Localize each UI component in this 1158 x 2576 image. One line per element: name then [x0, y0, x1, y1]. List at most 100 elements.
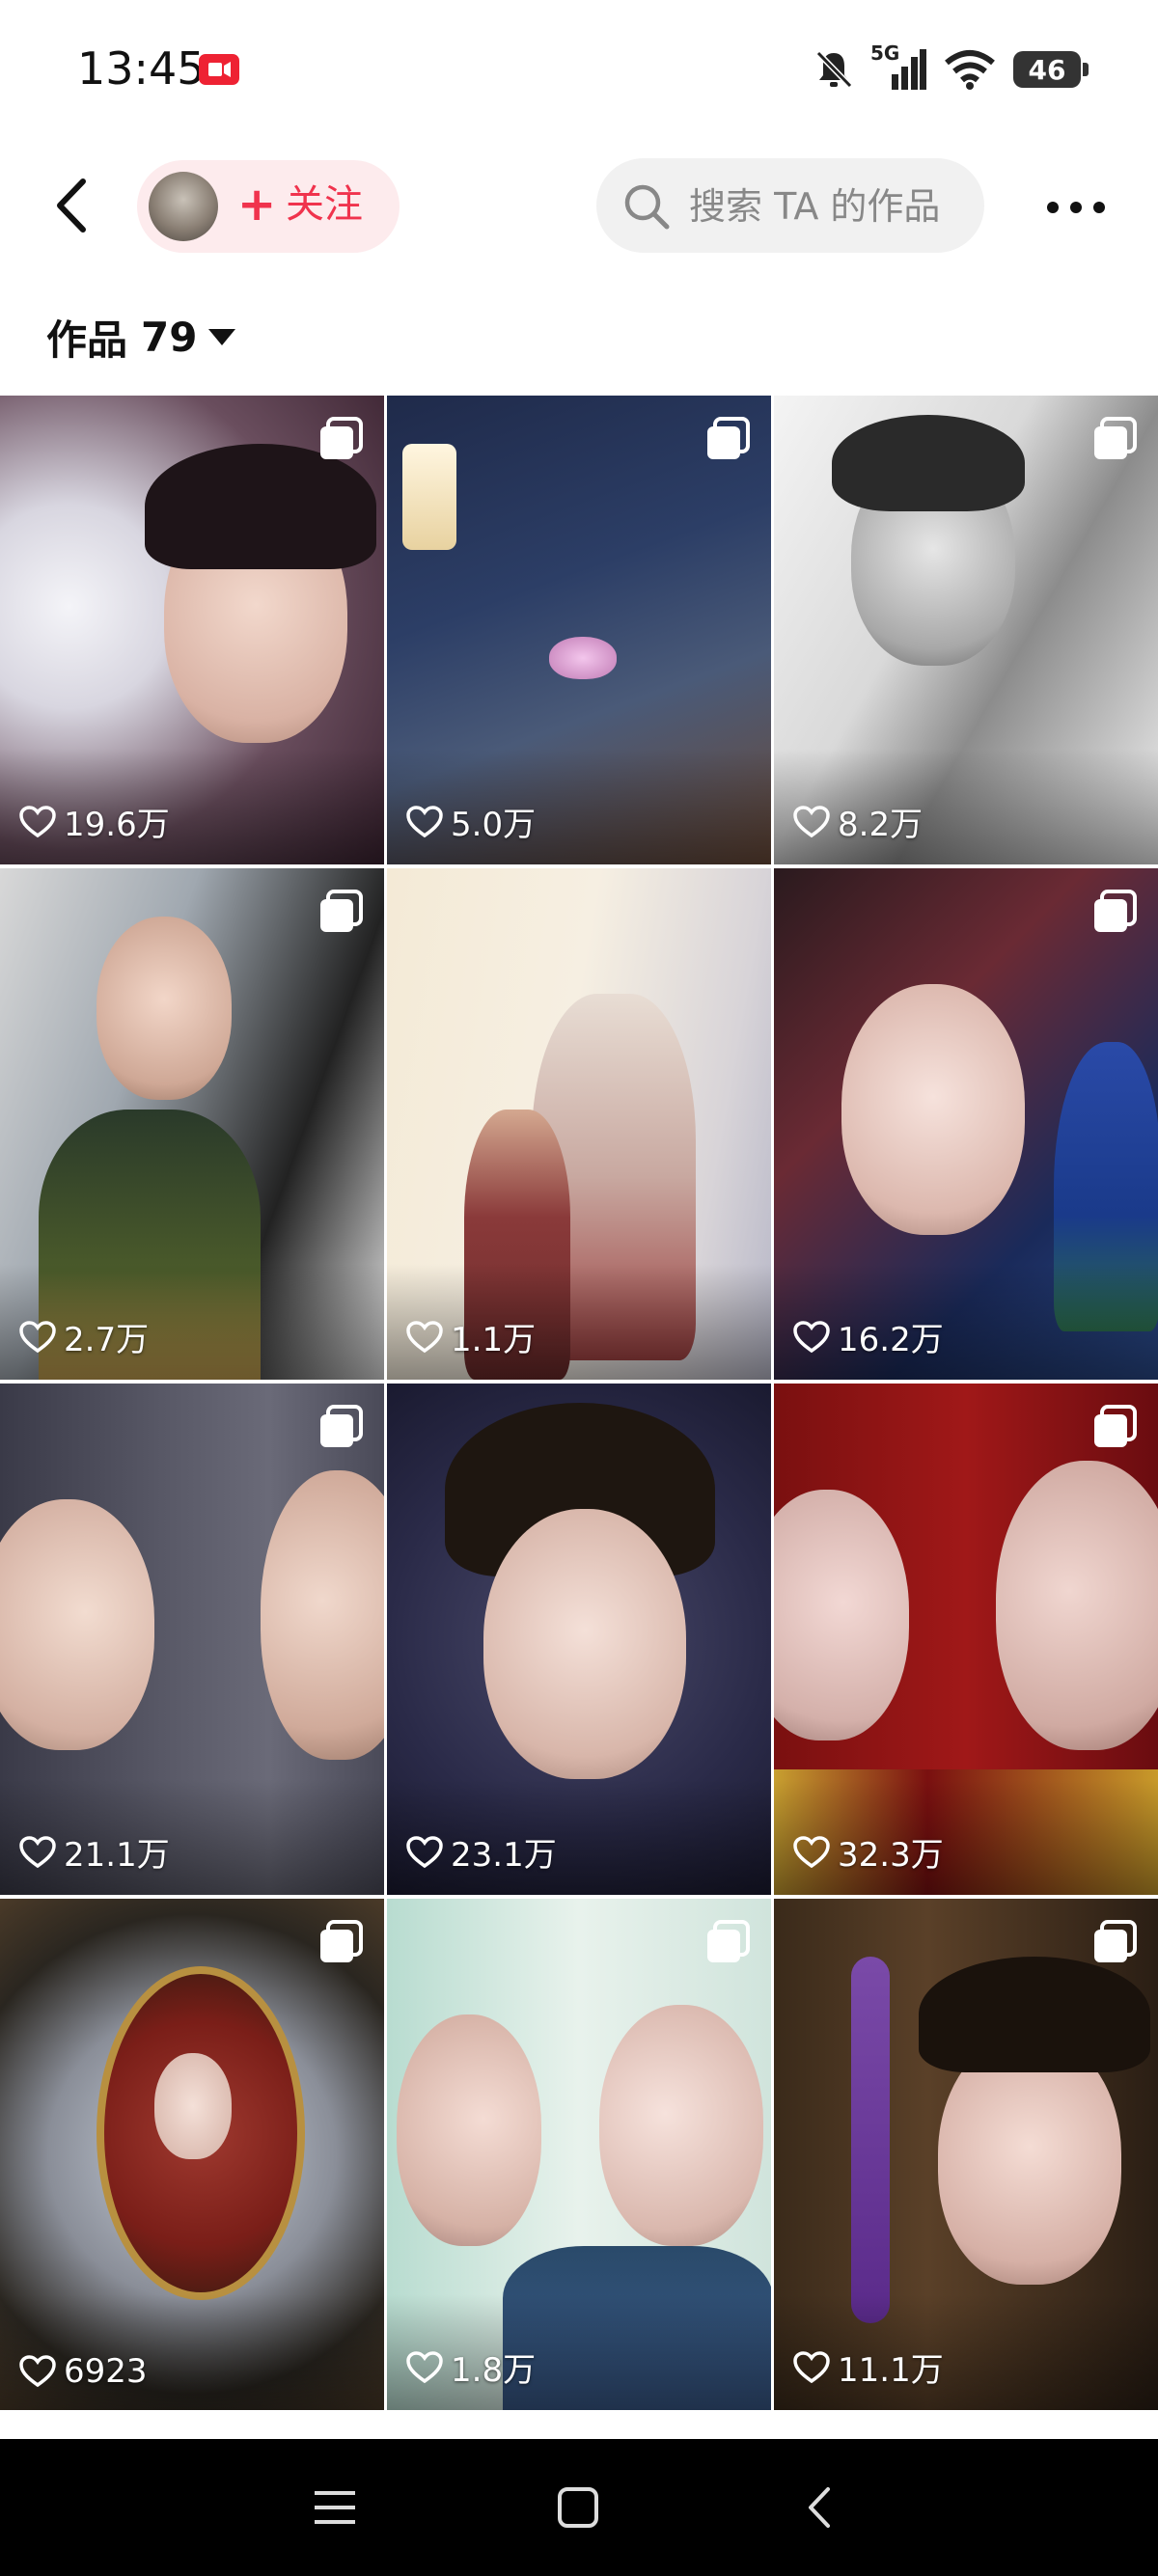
more-icon[interactable] [1042, 183, 1110, 232]
multi-image-icon [320, 1405, 363, 1447]
portrait-face [996, 1461, 1158, 1750]
like-count-text: 32.3万 [838, 1836, 944, 1875]
multi-image-icon [1094, 417, 1137, 459]
multi-image-icon [320, 1920, 363, 1962]
heart-icon [793, 1835, 830, 1868]
like-count-text: 16.2万 [838, 1321, 944, 1359]
multi-image-icon [1094, 1920, 1137, 1962]
video-tile[interactable]: 2.7万 [0, 868, 384, 1380]
video-tile[interactable]: 5.0万 [387, 396, 771, 864]
like-count-text: 6923 [64, 2352, 148, 2391]
avatar[interactable] [149, 172, 218, 241]
video-tile[interactable]: 23.1万 [387, 1384, 771, 1895]
back-icon[interactable] [791, 2478, 851, 2537]
heart-icon [406, 1835, 443, 1868]
multi-image-icon [707, 417, 750, 459]
works-count: 79 [141, 313, 198, 361]
battery-icon: 46 [1013, 51, 1089, 88]
system-nav-bar [0, 2439, 1158, 2576]
heart-icon [793, 1320, 830, 1353]
multi-image-icon [1094, 1405, 1137, 1447]
works-grid: 19.6万 5.0万 8.2万 2.7万 1.1万 16.2万 21.1万 23… [0, 396, 1158, 2412]
multi-image-icon [320, 890, 363, 932]
heart-icon [793, 805, 830, 837]
profile-header: + 关注 搜索 TA 的作品 [0, 154, 1158, 260]
caret-down-icon [208, 329, 236, 345]
video-tile[interactable]: 11.1万 [774, 1899, 1158, 2410]
search-icon [624, 184, 670, 230]
portrait-hair [919, 1957, 1150, 2072]
like-count: 11.1万 [793, 2343, 944, 2391]
like-count-text: 1.1万 [451, 1321, 537, 1359]
plus-icon: + [237, 178, 277, 232]
heart-icon [793, 2350, 830, 2383]
home-icon[interactable] [548, 2478, 608, 2537]
multi-image-icon [707, 1920, 750, 1962]
portrait-face [599, 2005, 763, 2246]
menu-icon[interactable] [305, 2478, 365, 2537]
like-count: 8.2万 [793, 798, 923, 845]
status-icons: 5G 46 [814, 41, 1089, 93]
portrait-face [841, 984, 1025, 1235]
like-count-text: 8.2万 [838, 806, 924, 844]
portrait-face [154, 2053, 232, 2159]
lotus-shape [549, 637, 617, 679]
signal-icon: 5G [870, 41, 926, 92]
like-count: 16.2万 [793, 1313, 944, 1360]
lamp-shape [402, 444, 456, 550]
multi-image-icon [1094, 890, 1137, 932]
like-count: 1.1万 [406, 1313, 536, 1360]
like-count-text: 5.0万 [451, 806, 537, 844]
heart-icon [19, 1320, 56, 1353]
video-tile[interactable]: 19.6万 [0, 396, 384, 864]
video-tile[interactable]: 1.1万 [387, 868, 771, 1380]
like-count: 19.6万 [19, 798, 170, 845]
multi-image-icon [320, 417, 363, 459]
video-tile[interactable]: 6923 [0, 1899, 384, 2410]
like-count-text: 23.1万 [451, 1836, 557, 1875]
status-bar: 13:45 5G 46 [0, 0, 1158, 135]
battery-level: 46 [1028, 53, 1066, 86]
works-label: 作品 [46, 315, 128, 364]
like-count: 2.7万 [19, 1313, 149, 1360]
follow-label: 关注 [286, 182, 363, 227]
follow-button[interactable]: + 关注 [137, 160, 400, 253]
like-count: 5.0万 [406, 798, 536, 845]
like-count-text: 11.1万 [838, 2351, 944, 2390]
mute-bell-icon [815, 50, 853, 89]
video-tile[interactable]: 32.3万 [774, 1384, 1158, 1895]
works-filter[interactable]: 作品 79 [46, 303, 236, 370]
wifi-icon [945, 50, 995, 90]
heart-icon [406, 2350, 443, 2383]
like-count: 32.3万 [793, 1828, 944, 1876]
status-time: 13:45 [77, 42, 206, 95]
screen-record-icon [199, 54, 239, 85]
like-count: 6923 [19, 2352, 148, 2391]
video-tile[interactable]: 1.8万 [387, 1899, 771, 2410]
portrait-face [0, 1499, 154, 1750]
video-tile[interactable]: 8.2万 [774, 396, 1158, 864]
video-tile[interactable]: 21.1万 [0, 1384, 384, 1895]
portrait-face [96, 917, 232, 1100]
like-count-text: 19.6万 [64, 806, 170, 844]
video-tile[interactable]: 16.2万 [774, 868, 1158, 1380]
portrait-hair [145, 444, 376, 569]
portrait-hair [832, 415, 1025, 511]
like-count: 21.1万 [19, 1828, 170, 1876]
portrait-face [483, 1509, 686, 1779]
tassel-shape [851, 1957, 890, 2323]
like-count-text: 1.8万 [451, 2351, 537, 2390]
back-icon[interactable] [41, 172, 108, 239]
search-input[interactable]: 搜索 TA 的作品 [596, 158, 984, 253]
like-count-text: 2.7万 [64, 1321, 150, 1359]
heart-icon [19, 1835, 56, 1868]
search-placeholder: 搜索 TA 的作品 [689, 185, 941, 228]
like-count: 23.1万 [406, 1828, 557, 1876]
like-count-text: 21.1万 [64, 1836, 170, 1875]
heart-icon [406, 805, 443, 837]
heart-icon [19, 805, 56, 837]
like-count: 1.8万 [406, 2343, 536, 2391]
heart-icon [406, 1320, 443, 1353]
portrait-face [397, 2014, 541, 2246]
heart-icon [19, 2355, 56, 2388]
